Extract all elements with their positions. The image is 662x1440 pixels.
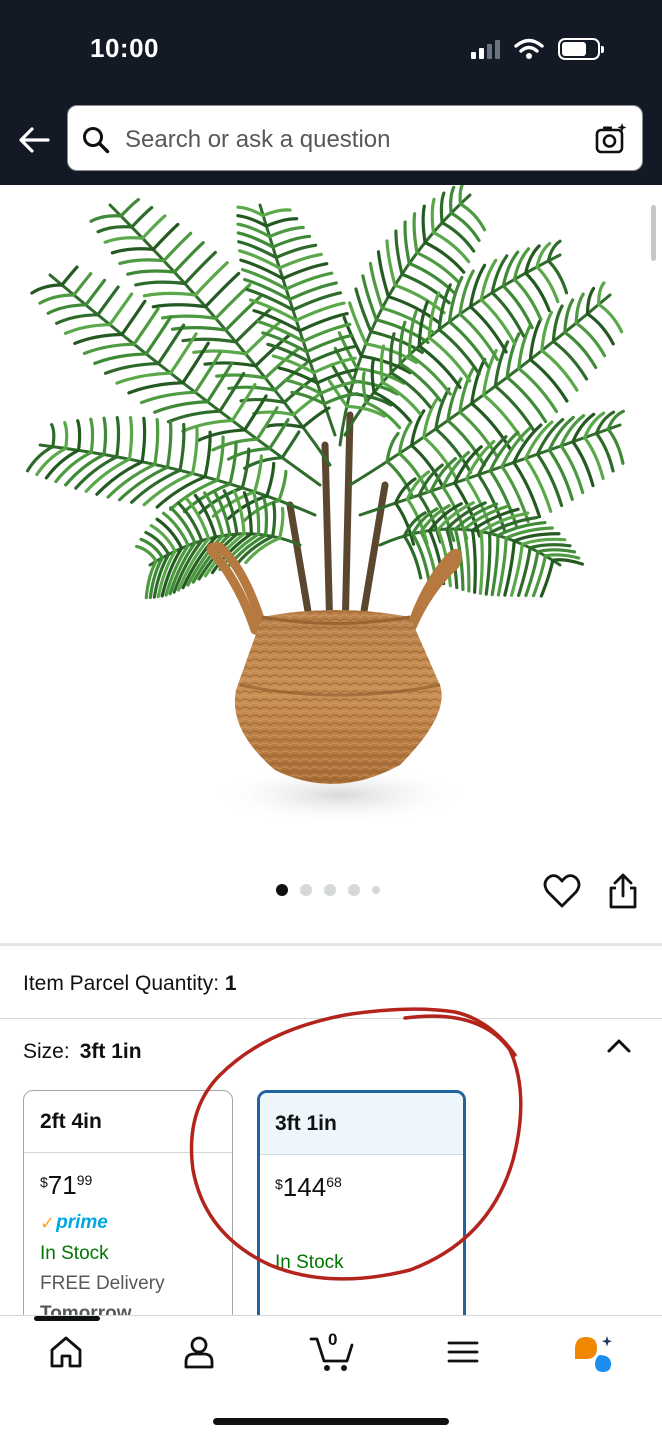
size-label: Size: — [23, 1040, 70, 1063]
heart-icon[interactable] — [543, 873, 581, 909]
parcel-quantity: Item Parcel Quantity: 1 — [23, 972, 237, 996]
share-icon[interactable] — [605, 872, 641, 910]
wifi-icon — [514, 38, 544, 59]
palm-plant-illustration — [25, 185, 625, 825]
carousel-dot[interactable] — [300, 884, 312, 896]
nav-active-indicator — [34, 1316, 100, 1321]
status-time: 10:00 — [90, 33, 159, 63]
back-arrow-icon[interactable] — [16, 122, 52, 158]
size-selected-value: 3ft 1in — [79, 1040, 142, 1063]
size-option-card[interactable]: 2ft 4in $7199 ✓ prime In Stock FREE Deliv… — [23, 1090, 233, 1330]
product-image[interactable] — [0, 185, 662, 885]
battery-icon — [558, 38, 604, 60]
carousel-dot[interactable] — [276, 884, 288, 896]
size-option-name: 3ft 1in — [260, 1093, 463, 1155]
home-icon[interactable] — [48, 1334, 84, 1370]
search-bar[interactable]: Search or ask a question — [67, 105, 643, 171]
price: $7199 — [40, 1170, 93, 1200]
status-icons — [471, 38, 604, 60]
menu-icon[interactable] — [445, 1334, 481, 1370]
prime-badge: ✓ prime — [40, 1212, 108, 1233]
size-selector-header[interactable]: Size: 3ft 1in — [23, 1040, 142, 1064]
delivery-info: FREE Delivery — [40, 1273, 165, 1294]
scroll-indicator — [651, 205, 656, 261]
cart-button[interactable]: 0 — [309, 1330, 355, 1373]
size-option-card-selected[interactable]: 3ft 1in $14468 In Stock — [257, 1090, 466, 1330]
section-divider — [0, 943, 662, 946]
cart-count: 0 — [328, 1330, 338, 1349]
home-indicator — [213, 1418, 449, 1425]
chevron-up-icon[interactable] — [606, 1036, 632, 1056]
parcel-label: Item Parcel Quantity: — [23, 972, 220, 995]
parcel-value: 1 — [224, 972, 237, 995]
account-icon[interactable] — [181, 1334, 217, 1370]
cellular-signal-icon — [471, 39, 500, 59]
stock-status: In Stock — [40, 1243, 109, 1264]
prime-check-icon: ✓ — [40, 1212, 56, 1233]
carousel-dot[interactable] — [348, 884, 360, 896]
price: $14468 — [275, 1172, 342, 1202]
image-carousel-dots[interactable] — [276, 884, 380, 896]
size-option-name: 2ft 4in — [24, 1091, 232, 1153]
rufus-icon[interactable] — [573, 1335, 615, 1373]
search-icon — [83, 127, 110, 154]
section-divider — [0, 1018, 662, 1019]
camera-search-icon[interactable] — [594, 122, 628, 156]
search-input[interactable]: Search or ask a question — [125, 126, 391, 154]
carousel-dot[interactable] — [372, 886, 380, 894]
carousel-dot[interactable] — [324, 884, 336, 896]
stock-status: In Stock — [275, 1252, 344, 1273]
